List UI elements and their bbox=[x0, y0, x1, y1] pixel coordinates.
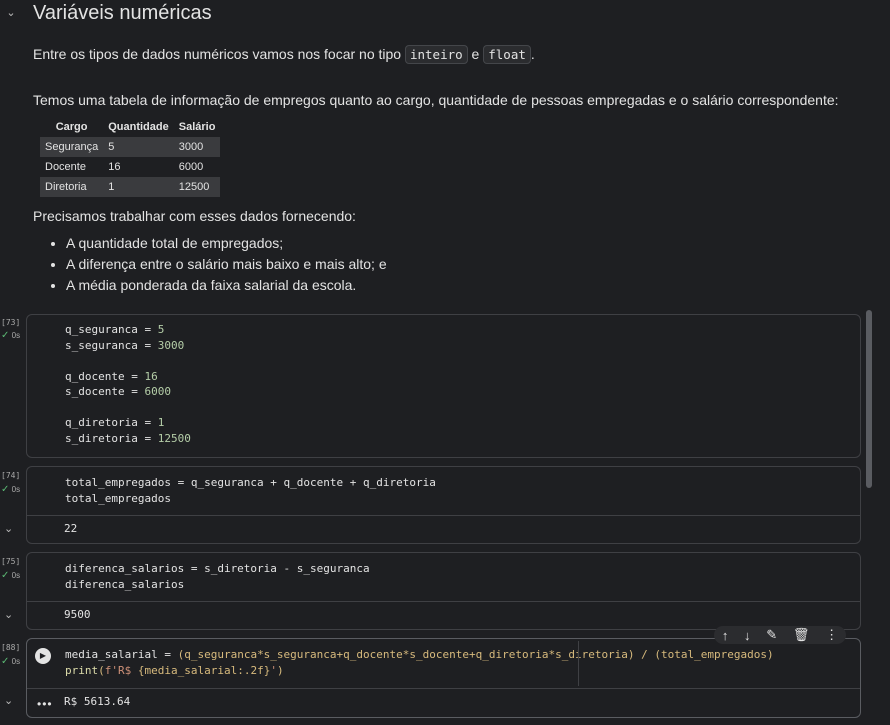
task-intro-paragraph: Precisamos trabalhar com esses dados for… bbox=[33, 208, 356, 224]
intro-paragraph: Entre os tipos de dados numéricos vamos … bbox=[33, 45, 535, 64]
code-cell[interactable]: q_seguranca = 5 s_seguranca = 3000 q_doc… bbox=[26, 314, 861, 458]
edit-icon[interactable]: ✎ bbox=[766, 627, 777, 643]
list-item: A diferença entre o salário mais baixo e… bbox=[66, 254, 387, 275]
execution-time: 0s bbox=[11, 331, 21, 340]
execution-status: ✓ 0s bbox=[1, 484, 20, 495]
table-cell: 6000 bbox=[178, 161, 204, 173]
cell-output: 22 bbox=[64, 522, 78, 535]
code-line: diferenca_salarios bbox=[65, 577, 185, 591]
code-token: q_diretoria = bbox=[65, 416, 158, 429]
code-number: 16 bbox=[144, 369, 158, 383]
inline-code-float: float bbox=[483, 45, 531, 64]
delete-icon[interactable]: 🗑 bbox=[793, 627, 810, 643]
code-number: 5 bbox=[157, 323, 165, 336]
jobs-table: Cargo Quantidade Salário Segurança 5 300… bbox=[40, 117, 221, 197]
code-token: s_diretoria = bbox=[65, 431, 158, 445]
code-editor[interactable]: total_empregados = q_seguranca + q_docen… bbox=[65, 475, 436, 506]
table-header-row: Cargo Quantidade Salário bbox=[40, 117, 220, 137]
code-cell[interactable]: diferenca_salarios = s_diretoria - s_seg… bbox=[26, 552, 861, 630]
execution-count: [74] bbox=[1, 471, 21, 480]
code-cell-active[interactable]: media_salarial = (q_seguranca*s_seguranc… bbox=[26, 638, 861, 718]
collapse-output-chevron-icon[interactable]: ⌄ bbox=[4, 694, 13, 707]
execution-count: [73] bbox=[1, 318, 21, 327]
move-up-icon[interactable]: ↑ bbox=[722, 628, 729, 643]
code-token: q_seguranca = bbox=[65, 323, 158, 336]
intro-suffix: . bbox=[530, 46, 535, 62]
code-editor[interactable]: q_seguranca = 5 s_seguranca = 3000 q_doc… bbox=[65, 322, 191, 446]
section-title: Variáveis numéricas bbox=[33, 2, 212, 24]
task-list: A quantidade total de empregados; A dife… bbox=[33, 233, 387, 296]
editor-ruler bbox=[578, 641, 579, 686]
table-row: Segurança 5 3000 bbox=[40, 137, 221, 157]
code-fstring-expr: {media_salarial:.2f} bbox=[137, 663, 271, 677]
table-cell: Segurança bbox=[40, 137, 104, 157]
intro-mid: e bbox=[467, 46, 484, 62]
scrollbar-thumb[interactable] bbox=[866, 310, 872, 488]
code-expression: (q_seguranca*s_seguranca+q_docente*s_doc… bbox=[177, 648, 774, 661]
check-icon: ✓ bbox=[1, 656, 10, 667]
list-item: A média ponderada da faixa salarial da e… bbox=[66, 275, 387, 296]
table-cell: Diretoria bbox=[40, 177, 104, 197]
execution-status: ✓ 0s bbox=[1, 330, 20, 341]
inline-code-inteiro: inteiro bbox=[404, 45, 468, 64]
execution-time: 0s bbox=[11, 485, 21, 494]
intro-prefix: Entre os tipos de dados numéricos vamos … bbox=[33, 46, 405, 62]
cell-output: R$ 5613.64 bbox=[64, 695, 131, 708]
table-cell: 5 bbox=[103, 137, 174, 157]
execution-time: 0s bbox=[11, 571, 21, 580]
execution-count: [75] bbox=[1, 557, 21, 566]
execution-status: ✓ 0s bbox=[1, 656, 20, 667]
execution-time: 0s bbox=[11, 657, 21, 666]
code-cell[interactable]: total_empregados = q_seguranca + q_docen… bbox=[26, 466, 861, 544]
run-cell-button[interactable]: ▶ bbox=[35, 648, 51, 664]
execution-status: ✓ 0s bbox=[1, 570, 20, 581]
code-token: s_docente = bbox=[65, 385, 145, 398]
code-token: q_docente = bbox=[65, 369, 145, 383]
code-editor[interactable]: diferenca_salarios = s_diretoria - s_seg… bbox=[65, 561, 370, 592]
table-header-cargo: Cargo bbox=[55, 121, 88, 133]
table-header-salario: Salário bbox=[178, 121, 216, 133]
code-string: ' bbox=[270, 663, 277, 677]
table-cell: 16 bbox=[108, 161, 121, 173]
table-cell: 12500 bbox=[173, 177, 221, 197]
code-number: 12500 bbox=[157, 431, 191, 445]
check-icon: ✓ bbox=[1, 484, 10, 495]
collapse-output-chevron-icon[interactable]: ⌄ bbox=[4, 608, 13, 621]
cell-toolbar: ↑ ↓ ✎ 🗑 ⋮ bbox=[714, 626, 846, 644]
cell-output: 9500 bbox=[64, 608, 91, 621]
collapse-section-chevron-icon[interactable]: ⌄ bbox=[4, 6, 18, 20]
check-icon: ✓ bbox=[1, 330, 10, 341]
code-number: 3000 bbox=[157, 338, 185, 352]
table-cell: 1 bbox=[103, 177, 174, 197]
table-row: Docente 16 6000 bbox=[40, 157, 220, 177]
collapse-output-chevron-icon[interactable]: ⌄ bbox=[4, 522, 13, 535]
table-row: Diretoria 1 12500 bbox=[40, 177, 221, 197]
table-intro-paragraph: Temos uma tabela de informação de empreg… bbox=[33, 92, 839, 108]
table-cell: 3000 bbox=[173, 137, 221, 157]
table-header-quantidade: Quantidade bbox=[108, 121, 169, 133]
code-number: 6000 bbox=[144, 385, 171, 398]
code-function: print bbox=[65, 663, 99, 677]
code-paren: ( bbox=[98, 663, 105, 677]
execution-count: [88] bbox=[1, 643, 21, 652]
table-cell: Docente bbox=[45, 161, 86, 173]
code-line: diferenca_salarios = s_diretoria - s_seg… bbox=[65, 562, 370, 575]
code-editor[interactable]: media_salarial = (q_seguranca*s_seguranc… bbox=[65, 647, 774, 678]
code-token: media_salarial = bbox=[65, 648, 178, 661]
code-line: total_empregados bbox=[65, 491, 171, 505]
code-token: s_seguranca = bbox=[65, 338, 158, 352]
move-down-icon[interactable]: ↓ bbox=[744, 628, 751, 643]
code-string: f'R$ bbox=[104, 663, 138, 677]
code-number: 1 bbox=[157, 416, 165, 429]
code-paren: ) bbox=[276, 663, 284, 677]
check-icon: ✓ bbox=[1, 570, 10, 581]
code-line: total_empregados = q_seguranca + q_docen… bbox=[65, 476, 436, 489]
more-options-icon[interactable]: ⋮ bbox=[825, 627, 838, 643]
list-item: A quantidade total de empregados; bbox=[66, 233, 387, 254]
output-menu-icon[interactable]: ••• bbox=[37, 697, 53, 711]
